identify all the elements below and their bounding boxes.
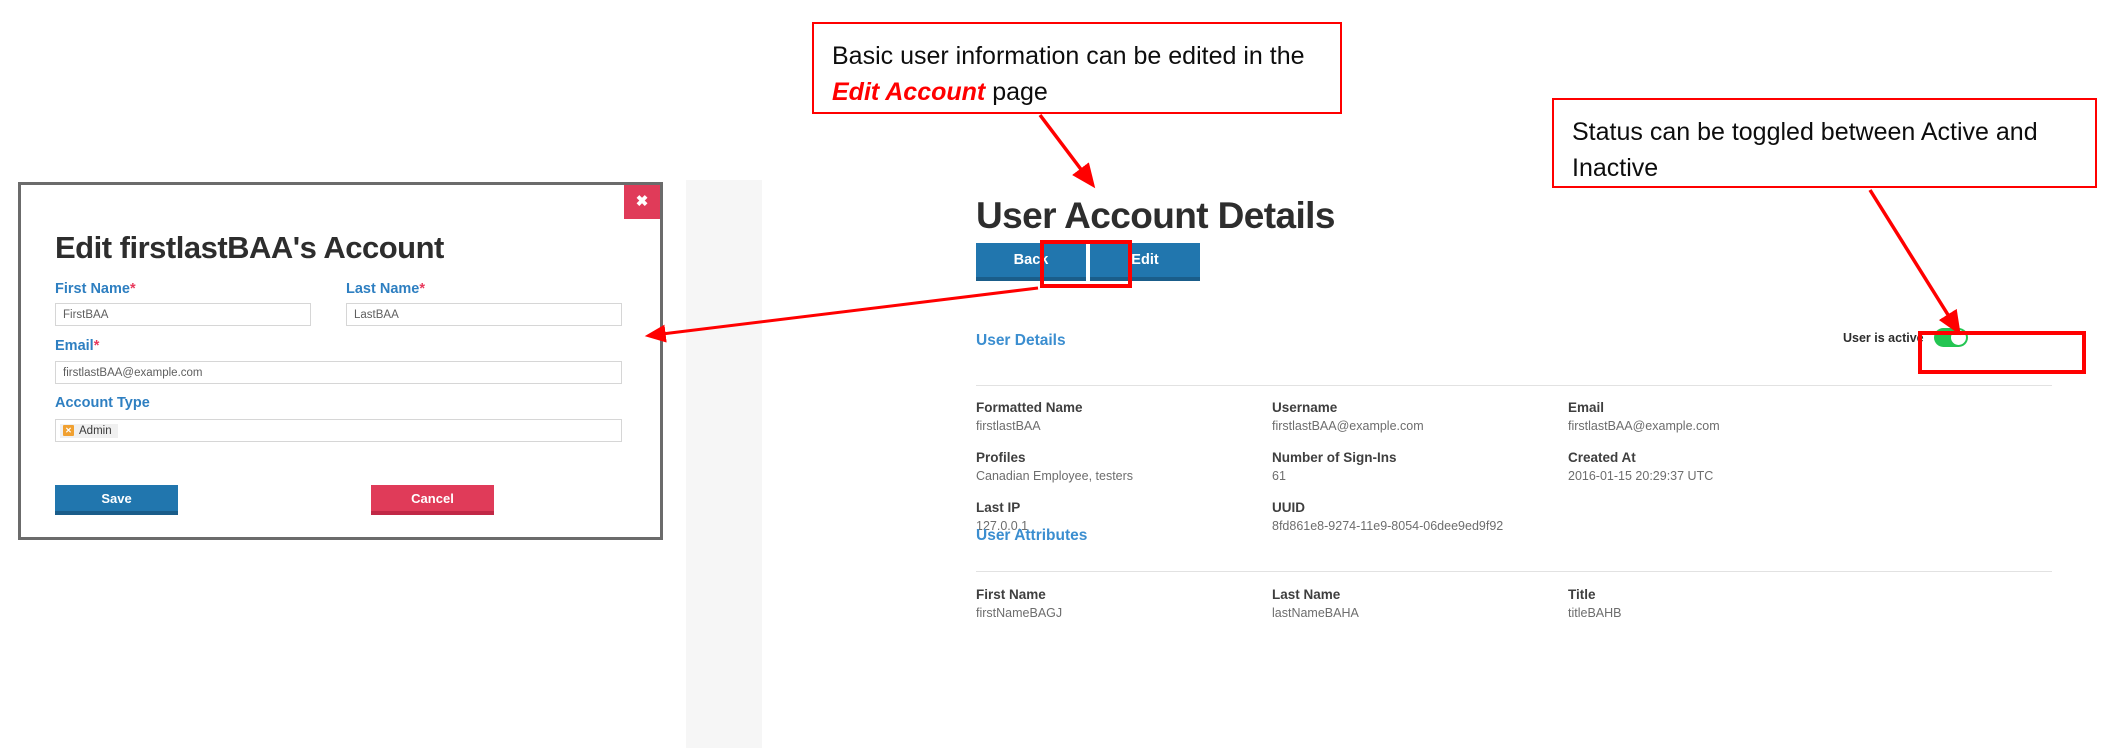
user-active-toggle[interactable] (1933, 328, 1968, 347)
cancel-button[interactable]: Cancel (371, 485, 494, 515)
field-value: 2016-01-15 20:29:37 UTC (1568, 469, 1714, 483)
remove-tag-icon[interactable]: ✕ (63, 425, 74, 436)
field-email: Email firstlastBAA@example.com (1568, 400, 1868, 433)
field-value: firstlastBAA@example.com (1272, 419, 1424, 433)
field-formatted-name: Formatted Name firstlastBAA (976, 400, 1272, 433)
field-profiles: Profiles Canadian Employee, testers (976, 450, 1272, 483)
field-label: Last Name (1272, 587, 1341, 602)
annotation-callout-edit-account: Basic user information can be edited in … (812, 22, 1342, 114)
email-label-text: Email (55, 338, 94, 354)
field-value: lastNameBAHA (1272, 606, 1359, 620)
app-main-content: User Account Details Back Edit User Detai… (762, 180, 2104, 748)
field-value: firstlastBAA (976, 419, 1041, 433)
field-label: Email (1568, 400, 1605, 415)
callout-1-emphasis: Edit Account (832, 78, 986, 107)
first-name-label: First Name* (55, 281, 136, 297)
field-number-of-sign-ins: Number of Sign-Ins 61 (1272, 450, 1568, 483)
modal-body: ✖ Edit firstlastBAA's Account First Name… (21, 185, 660, 537)
section-heading-user-details: User Details (976, 332, 1066, 349)
close-icon[interactable]: ✖ (624, 185, 660, 219)
user-details-col-2: Username firstlastBAA@example.com Number… (1272, 400, 1568, 550)
field-label: Profiles (976, 450, 1026, 465)
back-button[interactable]: Back (976, 243, 1086, 281)
action-button-row: Back Edit (976, 243, 1200, 281)
field-label: Title (1568, 587, 1596, 602)
toggle-knob (1950, 330, 1966, 345)
field-uuid: UUID 8fd861e8-9274-11e9-8054-06dee9ed9f9… (1272, 500, 1568, 533)
edit-account-modal: ✖ Edit firstlastBAA's Account First Name… (18, 182, 663, 540)
field-created-at: Created At 2016-01-15 20:29:37 UTC (1568, 450, 1868, 483)
section-divider-user-attributes (976, 571, 2052, 572)
app-sidebar (686, 180, 762, 748)
first-name-label-text: First Name (55, 281, 130, 297)
field-value: firstNameBAGJ (976, 606, 1063, 620)
field-attr-first-name: First Name firstNameBAGJ (976, 587, 1272, 620)
field-label: Created At (1568, 450, 1636, 465)
page-title: User Account Details (976, 195, 1335, 236)
save-button[interactable]: Save (55, 485, 178, 515)
user-active-label: User is active (1843, 330, 1924, 345)
field-attr-title: Title titleBAHB (1568, 587, 1868, 620)
field-value: firstlastBAA@example.com (1568, 419, 1720, 433)
callout-1-text-before: Basic user information can be edited in … (832, 42, 1305, 70)
field-username: Username firstlastBAA@example.com (1272, 400, 1568, 433)
field-label: UUID (1272, 500, 1305, 515)
screenshot-root: User Account Details Back Edit User Detai… (0, 0, 2104, 748)
field-value: 61 (1272, 469, 1286, 483)
last-name-label-text: Last Name (346, 281, 420, 297)
field-attr-last-name: Last Name lastNameBAHA (1272, 587, 1568, 620)
callout-2-text: Status can be toggled between Active and… (1572, 118, 2038, 183)
callout-1-text-after: page (985, 78, 1048, 107)
field-label: Username (1272, 400, 1338, 415)
account-type-tag-label: Admin (79, 424, 112, 437)
field-value: Canadian Employee, testers (976, 469, 1134, 483)
user-attributes-col-3: Title titleBAHB (1568, 587, 1868, 637)
field-label: Formatted Name (976, 400, 1083, 415)
first-name-input[interactable] (55, 303, 311, 326)
field-label: First Name (976, 587, 1046, 602)
user-attributes-col-2: Last Name lastNameBAHA (1272, 587, 1568, 637)
last-name-label: Last Name* (346, 281, 425, 297)
field-value: titleBAHB (1568, 606, 1622, 620)
last-name-input[interactable] (346, 303, 622, 326)
account-type-label: Account Type (55, 395, 150, 411)
email-input[interactable] (55, 361, 622, 384)
field-label: Last IP (976, 500, 1021, 515)
arrow-to-edit-button (1038, 113, 1096, 189)
user-details-col-3: Email firstlastBAA@example.com Created A… (1568, 400, 1868, 500)
required-marker: * (93, 338, 100, 354)
required-marker: * (419, 281, 425, 297)
account-type-input[interactable]: ✕ Admin (55, 419, 622, 442)
modal-title: Edit firstlastBAA's Account (55, 230, 444, 265)
section-heading-user-attributes: User Attributes (976, 527, 1088, 544)
annotation-callout-status-toggle: Status can be toggled between Active and… (1552, 98, 2097, 188)
user-account-details-panel: User Account Details Back Edit User Detai… (686, 180, 2104, 748)
edit-button[interactable]: Edit (1090, 243, 1200, 281)
field-label: Number of Sign-Ins (1272, 450, 1397, 465)
field-value: 8fd861e8-9274-11e9-8054-06dee9ed9f92 (1272, 519, 1504, 533)
user-active-toggle-group[interactable]: User is active (1843, 328, 1968, 347)
required-marker: * (129, 281, 136, 297)
section-divider-user-details (976, 385, 2052, 386)
account-type-tag[interactable]: ✕ Admin (60, 423, 118, 438)
user-attributes-col-1: First Name firstNameBAGJ (976, 587, 1272, 637)
email-label: Email* (55, 338, 99, 354)
